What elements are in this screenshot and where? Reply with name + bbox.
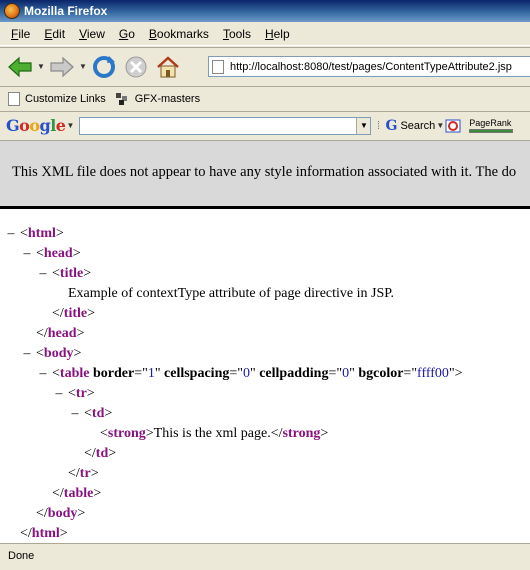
xml-close-html: </html> bbox=[20, 526, 68, 541]
collapse-toggle[interactable]: – bbox=[38, 264, 48, 284]
menu-bar: File Edit View Go Bookmarks Tools Help bbox=[0, 22, 530, 46]
collapse-toggle[interactable]: – bbox=[54, 384, 64, 404]
home-button[interactable] bbox=[152, 51, 184, 83]
xml-close-td: </td> bbox=[84, 446, 117, 461]
stop-button[interactable] bbox=[120, 51, 152, 83]
bookmark-label: Customize Links bbox=[25, 92, 106, 105]
menu-bookmarks[interactable]: Bookmarks bbox=[142, 27, 216, 41]
collapse-toggle[interactable]: – bbox=[6, 224, 16, 244]
collapse-toggle[interactable]: – bbox=[22, 344, 32, 364]
home-icon bbox=[157, 55, 179, 77]
xml-close-tr: </tr> bbox=[68, 466, 99, 481]
reload-button[interactable] bbox=[88, 51, 120, 83]
xml-close-body: </body> bbox=[36, 506, 86, 521]
forward-arrow-icon bbox=[50, 56, 74, 77]
xml-node-td: – <td> bbox=[0, 404, 530, 424]
bookmark-customize-links[interactable]: Customize Links bbox=[8, 91, 106, 106]
collapse-toggle[interactable]: – bbox=[22, 244, 32, 264]
back-dropdown-icon[interactable]: ▼ bbox=[36, 62, 46, 71]
google-g-icon: G bbox=[385, 117, 398, 134]
navigation-toolbar: ▼ ▼ http://localhost:8080/test/pages/Con… bbox=[0, 47, 530, 85]
menu-view[interactable]: View bbox=[72, 27, 112, 41]
gfx-icon bbox=[115, 92, 127, 105]
xml-close-head: </head> bbox=[36, 326, 85, 341]
xml-node-strong: <strong>This is the xml page.</strong> bbox=[100, 426, 329, 441]
xml-node-table: – <table border="1" cellspacing="0" cell… bbox=[0, 364, 530, 384]
menu-help[interactable]: Help bbox=[258, 27, 297, 41]
forward-button[interactable] bbox=[46, 51, 78, 83]
xml-node-head: – <head> bbox=[0, 244, 530, 264]
xml-close-title: </title> bbox=[52, 306, 96, 321]
xml-text-node: Example of contextType attribute of page… bbox=[68, 286, 394, 301]
window-title: Mozilla Firefox bbox=[24, 4, 108, 18]
collapse-toggle[interactable]: – bbox=[38, 364, 48, 384]
window-title-bar: Mozilla Firefox bbox=[0, 0, 530, 22]
page-icon bbox=[212, 59, 224, 74]
pagerank-bar bbox=[469, 128, 514, 133]
popup-blocker-icon[interactable] bbox=[445, 118, 461, 134]
google-search-input[interactable]: ▼ bbox=[79, 116, 372, 135]
status-bar: Done bbox=[0, 543, 530, 570]
google-menu-dropdown-icon[interactable]: ▼ bbox=[65, 121, 75, 130]
status-text: Done bbox=[8, 550, 35, 562]
page-icon bbox=[8, 91, 20, 106]
back-arrow-icon bbox=[8, 56, 32, 77]
menu-tools[interactable]: Tools bbox=[216, 27, 258, 41]
bookmark-gfx-masters[interactable]: GFX-masters bbox=[115, 92, 201, 105]
reload-icon bbox=[93, 55, 115, 78]
toolbar-grip-icon: ⁞ bbox=[376, 119, 380, 132]
search-options-dropdown-icon[interactable]: ▼ bbox=[435, 121, 445, 130]
bookmark-label: GFX-masters bbox=[134, 92, 201, 105]
xml-node-html: – <html> bbox=[0, 224, 530, 244]
menu-edit[interactable]: Edit bbox=[37, 27, 72, 41]
xml-node-title: – <title> bbox=[0, 264, 530, 284]
address-bar[interactable]: http://localhost:8080/test/pages/Content… bbox=[208, 56, 530, 77]
xml-tree-view: – <html> – <head> – <title> Example of c… bbox=[0, 209, 530, 543]
google-search-button[interactable]: G Search bbox=[385, 118, 435, 134]
google-toolbar: Google ▼ ▼ ⁞ G Search ▼ PageRank bbox=[0, 111, 530, 139]
stop-icon bbox=[125, 56, 147, 77]
xml-node-body: – <body> bbox=[0, 344, 530, 364]
collapse-toggle[interactable]: – bbox=[70, 404, 80, 424]
back-button[interactable] bbox=[4, 51, 36, 83]
google-logo[interactable]: Google bbox=[6, 116, 66, 135]
xml-style-notice: This XML file does not appear to have an… bbox=[0, 140, 530, 206]
menu-file[interactable]: File bbox=[4, 27, 37, 41]
search-history-dropdown-icon[interactable]: ▼ bbox=[356, 117, 371, 134]
bookmarks-toolbar: Customize Links GFX-masters bbox=[0, 86, 530, 110]
pagerank-indicator: PageRank bbox=[469, 118, 514, 133]
forward-dropdown-icon[interactable]: ▼ bbox=[78, 62, 88, 71]
xml-close-table: </table> bbox=[52, 486, 102, 501]
xml-node-tr: – <tr> bbox=[0, 384, 530, 404]
address-url: http://localhost:8080/test/pages/Content… bbox=[230, 60, 512, 73]
firefox-logo-icon bbox=[4, 3, 20, 19]
menu-go[interactable]: Go bbox=[112, 27, 142, 41]
